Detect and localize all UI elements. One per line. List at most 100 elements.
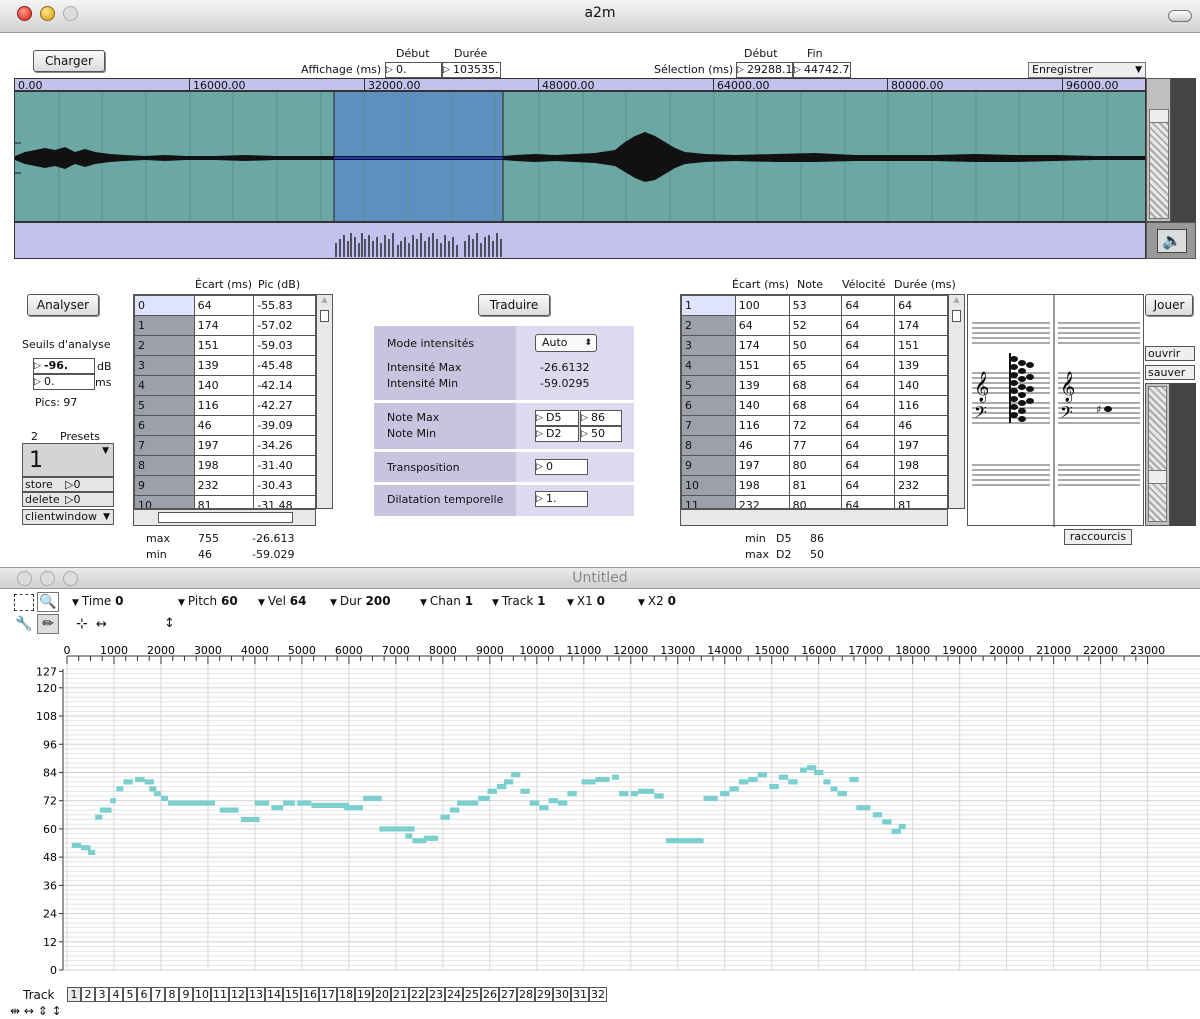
table-row[interactable]: 8 46 77 64 197 [681, 435, 947, 456]
table-cell[interactable]: 64 [841, 415, 896, 436]
track-button[interactable]: 7 [151, 987, 165, 1002]
table-row[interactable]: 2 151 -59.03 [134, 335, 315, 356]
notes-table-hscroll[interactable] [680, 509, 948, 526]
analyser-button[interactable]: Analyser [27, 294, 99, 316]
track-button[interactable]: 21 [391, 987, 409, 1002]
control-pitch-dropdown[interactable]: ▼ Pitch 60 [178, 594, 238, 608]
table-cell[interactable]: 46 [193, 415, 255, 436]
track-button[interactable]: 19 [355, 987, 373, 1002]
row-index[interactable]: 2 [134, 335, 195, 356]
table-cell[interactable]: 198 [193, 455, 255, 476]
table-row[interactable]: 6 140 68 64 116 [681, 395, 947, 416]
midi-note[interactable] [88, 849, 96, 856]
table-row[interactable]: 3 139 -45.48 [134, 355, 315, 376]
notes-table-vscroll[interactable]: ▲ [948, 294, 965, 509]
midi-note[interactable] [254, 800, 270, 806]
track-button[interactable]: 1 [67, 987, 81, 1002]
table-cell[interactable]: 100 [734, 295, 790, 316]
table-cell[interactable]: -39.09 [253, 415, 315, 436]
scroll-thumb[interactable] [158, 512, 293, 523]
row-index[interactable]: 6 [681, 395, 736, 416]
selection-fin-field[interactable]: 44742.7 [793, 62, 851, 78]
midi-note[interactable] [548, 798, 558, 804]
midi-note[interactable] [619, 791, 629, 797]
zoom-tool-icon[interactable]: 🔍 [37, 592, 59, 612]
table-cell[interactable]: -30.43 [253, 475, 315, 496]
midi-note[interactable] [219, 807, 239, 813]
midi-note[interactable] [496, 783, 507, 790]
scroll-knob[interactable] [1148, 470, 1167, 484]
table-cell[interactable]: 140 [894, 375, 947, 396]
control-track-dropdown[interactable]: ▼ Track 1 [492, 594, 546, 608]
midi-note[interactable] [837, 791, 847, 797]
midi-note[interactable] [595, 776, 610, 783]
midi-note[interactable] [612, 774, 620, 780]
wrench-tool-icon[interactable]: 🔧 [14, 614, 34, 634]
midi-note[interactable] [116, 786, 124, 792]
midi-note[interactable] [520, 788, 530, 794]
table-row[interactable]: 7 116 72 64 46 [681, 415, 947, 436]
track-button[interactable]: 10 [193, 987, 211, 1002]
track-button[interactable]: 22 [409, 987, 427, 1002]
table-cell[interactable]: 77 [788, 435, 843, 456]
seuil-db-field[interactable]: -96. [33, 358, 95, 374]
control-time-dropdown[interactable]: ▼ Time 0 [72, 594, 123, 608]
midi-note[interactable] [104, 807, 112, 813]
track-button[interactable]: 17 [319, 987, 337, 1002]
midi-note[interactable] [405, 833, 413, 839]
table-cell[interactable]: 80 [788, 455, 843, 476]
ouvrir-button[interactable]: ouvrir [1145, 346, 1195, 361]
midi-note[interactable] [849, 776, 859, 783]
table-cell[interactable]: -45.48 [253, 355, 315, 376]
raccourcis-button[interactable]: raccourcis [1064, 529, 1132, 545]
midi-note[interactable] [168, 800, 192, 806]
row-index[interactable]: 4 [681, 355, 736, 376]
table-cell[interactable]: 116 [734, 415, 790, 436]
transposition-field[interactable]: 0 [535, 459, 588, 475]
track-button[interactable]: 32 [589, 987, 607, 1002]
track-button[interactable]: 24 [445, 987, 463, 1002]
row-index[interactable]: 2 [681, 315, 736, 336]
midi-note[interactable] [778, 774, 789, 780]
table-row[interactable]: 1 100 53 64 64 [681, 295, 947, 316]
control-dur-dropdown[interactable]: ▼ Dur 200 [330, 594, 391, 608]
midi-note[interactable] [757, 772, 768, 778]
score-scroll[interactable] [1145, 383, 1170, 526]
midi-note[interactable] [748, 776, 758, 783]
midi-note[interactable] [581, 779, 596, 785]
notes-table[interactable]: 1 100 53 64 64 2 64 52 64 174 3 174 50 64 151 4 151 65 64 1… [680, 294, 948, 509]
table-cell[interactable]: 64 [841, 435, 896, 456]
row-index[interactable]: 7 [681, 415, 736, 436]
midi-note[interactable] [738, 779, 749, 785]
midi-note[interactable] [729, 786, 739, 792]
traduire-button[interactable]: Traduire [478, 294, 550, 316]
table-cell[interactable]: -59.03 [253, 335, 315, 356]
track-button[interactable]: 2 [81, 987, 95, 1002]
track-button[interactable]: 16 [301, 987, 319, 1002]
midi-note[interactable] [379, 826, 399, 832]
table-cell[interactable]: 64 [841, 375, 896, 396]
peaks-table[interactable]: 0 64 -55.83 1 174 -57.02 2 151 -59.03 3 139 -45.48 4… [133, 294, 316, 509]
track-button[interactable]: 30 [553, 987, 571, 1002]
table-cell[interactable]: 198 [734, 475, 790, 496]
peaks-table-vscroll[interactable]: ▲ [316, 294, 333, 509]
a2m-titlebar[interactable]: a2m [0, 0, 1200, 33]
table-cell[interactable]: 116 [193, 395, 255, 416]
midi-note[interactable] [830, 786, 838, 792]
table-cell[interactable]: 151 [193, 335, 255, 356]
control-vel-dropdown[interactable]: ▼ Vel 64 [258, 594, 306, 608]
shrink-horizontal-icon[interactable]: ⇹ [10, 1004, 20, 1018]
midi-note[interactable] [814, 769, 824, 776]
table-cell[interactable]: 64 [193, 295, 255, 316]
midi-note[interactable] [153, 791, 161, 797]
table-cell[interactable]: 64 [841, 495, 896, 508]
table-cell[interactable]: 80 [788, 495, 843, 508]
track-button[interactable]: 11 [211, 987, 229, 1002]
track-button[interactable]: 3 [95, 987, 109, 1002]
table-cell[interactable]: 64 [841, 295, 896, 316]
midi-note[interactable] [240, 816, 260, 823]
track-button[interactable]: 5 [123, 987, 137, 1002]
midi-note[interactable] [144, 779, 154, 785]
midi-note[interactable] [769, 783, 779, 790]
track-button[interactable]: 12 [229, 987, 247, 1002]
